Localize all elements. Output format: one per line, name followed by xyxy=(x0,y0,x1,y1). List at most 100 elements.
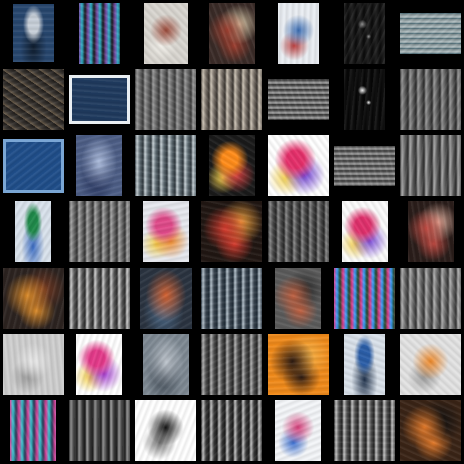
tile-texture-overlay xyxy=(142,201,189,263)
generated-image-tile xyxy=(68,201,130,263)
generated-image-tile xyxy=(201,267,263,329)
tile-texture-overlay xyxy=(400,334,462,396)
tile-texture-overlay xyxy=(71,77,127,121)
tile-texture-overlay xyxy=(135,68,197,130)
generated-image-tile xyxy=(400,267,462,329)
tile-texture-overlay xyxy=(267,334,329,396)
tile-texture-overlay xyxy=(208,2,255,64)
tile-texture-overlay xyxy=(334,400,396,462)
generated-image-tile xyxy=(344,68,386,130)
grid-cell xyxy=(331,331,397,397)
tile-texture-overlay xyxy=(10,400,57,462)
grid-cell xyxy=(0,133,66,199)
generated-image-tile xyxy=(334,145,396,186)
grid-cell xyxy=(133,398,199,464)
generated-image-tile xyxy=(400,68,462,130)
grid-cell xyxy=(331,199,397,265)
generated-image-tile xyxy=(334,267,396,329)
tile-texture-overlay xyxy=(68,267,130,329)
tile-texture-overlay xyxy=(5,141,61,190)
tile-texture-overlay xyxy=(2,334,64,396)
grid-cell xyxy=(133,199,199,265)
grid-cell xyxy=(66,133,132,199)
generated-image-tile xyxy=(400,135,462,197)
tile-texture-overlay xyxy=(68,201,130,263)
grid-cell xyxy=(0,331,66,397)
generated-image-tile xyxy=(400,334,462,396)
tile-texture-overlay xyxy=(267,201,329,263)
generated-image-tile xyxy=(12,4,54,63)
grid-cell xyxy=(0,0,66,66)
tile-texture-overlay xyxy=(341,201,388,263)
grid-cell xyxy=(265,331,331,397)
generated-image-tile xyxy=(407,201,454,263)
generated-image-tile xyxy=(201,400,263,462)
tile-texture-overlay xyxy=(139,267,192,329)
grid-cell xyxy=(398,265,464,331)
grid-cell xyxy=(199,0,265,66)
tile-texture-overlay xyxy=(267,135,329,197)
generated-image-tile xyxy=(267,78,329,120)
grid-cell xyxy=(199,66,265,132)
grid-cell xyxy=(66,0,132,66)
grid-cell xyxy=(66,199,132,265)
generated-image-tile xyxy=(400,12,462,54)
grid-cell xyxy=(265,0,331,66)
grid-cell xyxy=(331,66,397,132)
grid-cell xyxy=(199,133,265,199)
grid-cell xyxy=(398,398,464,464)
grid-cell xyxy=(199,398,265,464)
generated-image-tile xyxy=(334,400,396,462)
tile-texture-overlay xyxy=(400,400,462,462)
grid-cell xyxy=(133,265,199,331)
tile-texture-overlay xyxy=(267,78,329,120)
grid-cell xyxy=(265,66,331,132)
tile-texture-overlay xyxy=(400,68,462,130)
tile-texture-overlay xyxy=(400,135,462,197)
tile-texture-overlay xyxy=(2,68,64,130)
generated-image-tile xyxy=(135,400,197,462)
grid-cell xyxy=(0,265,66,331)
tile-texture-overlay xyxy=(135,400,197,462)
generated-image-tile xyxy=(2,68,64,130)
tile-texture-overlay xyxy=(334,145,396,186)
tile-texture-overlay xyxy=(201,267,263,329)
generated-image-tile xyxy=(78,2,120,64)
generated-image-tile xyxy=(68,267,130,329)
generated-image-tile xyxy=(267,135,329,197)
grid-cell xyxy=(398,133,464,199)
tile-texture-overlay xyxy=(344,334,386,396)
grid-cell xyxy=(398,66,464,132)
generated-image-tile xyxy=(208,2,255,64)
generated-image-tile xyxy=(275,267,322,329)
generated-image-tile xyxy=(267,334,329,396)
grid-cell xyxy=(66,331,132,397)
grid-cell xyxy=(398,331,464,397)
grid-cell xyxy=(133,0,199,66)
tile-texture-overlay xyxy=(76,135,123,197)
generated-image-tile xyxy=(135,68,197,130)
grid-cell xyxy=(398,0,464,66)
generated-image-tile xyxy=(10,400,57,462)
generated-image-tile xyxy=(201,68,263,130)
tile-texture-overlay xyxy=(208,135,255,197)
generated-image-tile xyxy=(76,135,123,197)
grid-cell xyxy=(133,66,199,132)
grid-cell xyxy=(0,66,66,132)
generated-image-tile xyxy=(68,74,130,124)
tile-texture-overlay xyxy=(135,135,197,197)
generated-image-tile xyxy=(201,334,263,396)
grid-cell xyxy=(133,133,199,199)
grid-cell xyxy=(0,199,66,265)
tile-texture-overlay xyxy=(334,267,396,329)
generated-image-tile xyxy=(400,400,462,462)
generated-image-tile xyxy=(142,201,189,263)
grid-cell xyxy=(331,265,397,331)
grid-cell xyxy=(199,331,265,397)
grid-cell xyxy=(66,66,132,132)
generated-image-tile xyxy=(142,334,189,396)
tile-texture-overlay xyxy=(201,201,263,263)
tile-texture-overlay xyxy=(400,267,462,329)
tile-texture-overlay xyxy=(12,4,54,63)
generated-image-tile xyxy=(143,2,188,64)
